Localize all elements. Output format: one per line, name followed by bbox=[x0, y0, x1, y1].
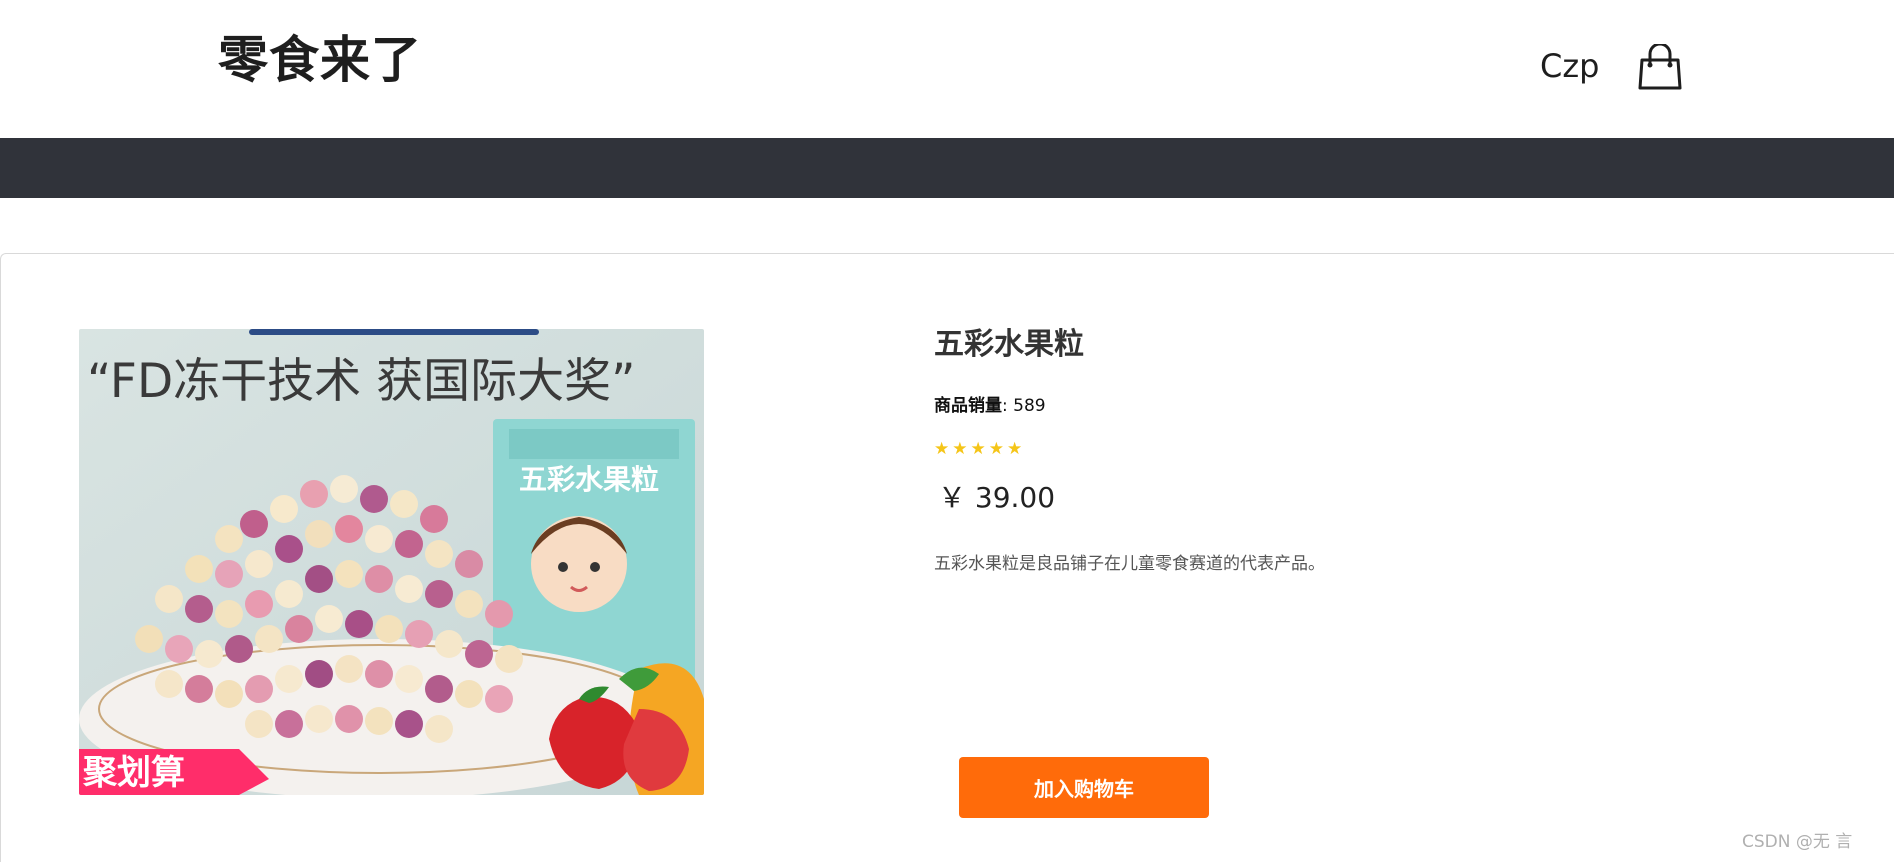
watermark: CSDN @无 言 bbox=[1742, 832, 1853, 852]
site-logo[interactable]: 零食来了 bbox=[218, 28, 422, 92]
sales-separator: : bbox=[1002, 396, 1014, 416]
add-to-cart-button[interactable]: 加入购物车 bbox=[959, 757, 1209, 818]
product-image: “FD冻干技术 获国际大奖” 五彩水果粒 聚划算 bbox=[79, 329, 704, 795]
image-banner-text: “FD冻干技术 获国际大奖” bbox=[87, 354, 635, 409]
product-title: 五彩水果粒 bbox=[934, 327, 1084, 362]
image-promo-tag: 聚划算 bbox=[82, 753, 185, 793]
sales-value: 589 bbox=[1013, 396, 1046, 416]
product-description: 五彩水果粒是良品铺子在儿童零食赛道的代表产品。 bbox=[934, 554, 1325, 574]
username[interactable]: Czp bbox=[1540, 44, 1599, 88]
svg-text:五彩水果粒: 五彩水果粒 bbox=[519, 463, 659, 496]
shopping-bag-icon[interactable] bbox=[1638, 42, 1682, 90]
nav-bar bbox=[0, 138, 1894, 198]
sales-label: 商品销量 bbox=[934, 396, 1002, 416]
site-header: 零食来了 Czp bbox=[0, 0, 1894, 138]
rating-stars: ★★★★★ bbox=[934, 439, 1026, 459]
product-sales: 商品销量: 589 bbox=[934, 393, 1046, 419]
product-price: ￥ 39.00 bbox=[938, 481, 1056, 514]
